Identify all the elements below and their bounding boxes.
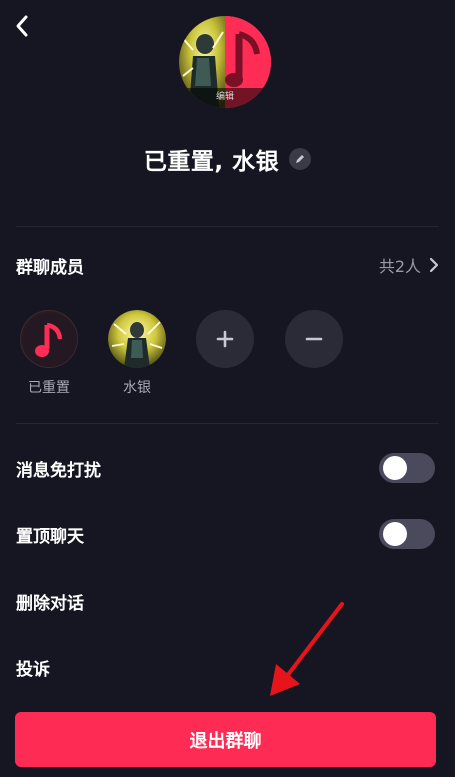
toggle-knob xyxy=(383,456,407,480)
annotation-arrow-icon xyxy=(270,602,344,696)
group-title: 已重置, 水银 xyxy=(143,149,280,175)
plus-icon xyxy=(216,330,234,348)
member-item[interactable]: 已重置 xyxy=(20,310,78,397)
members-count: 共2人 xyxy=(378,257,421,276)
report-row[interactable]: 投诉 xyxy=(16,645,439,689)
mute-notifications-toggle[interactable] xyxy=(379,453,435,483)
chevron-right-icon xyxy=(429,257,439,273)
add-member-button[interactable] xyxy=(196,310,254,368)
exit-group-button[interactable]: 退出群聊 xyxy=(15,712,436,767)
back-button[interactable] xyxy=(10,12,34,40)
anime-character-avatar xyxy=(108,310,166,368)
delete-conversation-row[interactable]: 删除对话 xyxy=(16,579,439,623)
pin-chat-label: 置顶聊天 xyxy=(16,526,84,547)
members-count-link[interactable]: 共2人 xyxy=(379,253,439,277)
music-note-avatar xyxy=(20,310,78,368)
group-title-row: 已重置, 水银 xyxy=(0,142,455,176)
divider xyxy=(16,423,439,424)
mute-notifications-row: 消息免打扰 xyxy=(16,446,439,490)
pin-chat-toggle[interactable] xyxy=(379,519,435,549)
report-label: 投诉 xyxy=(16,659,50,680)
remove-member-button[interactable] xyxy=(285,310,343,368)
group-avatar[interactable]: 编辑 xyxy=(179,16,271,108)
delete-conversation-label: 删除对话 xyxy=(16,593,84,614)
chevron-left-icon xyxy=(16,15,28,37)
avatar-edit-label: 编辑 xyxy=(179,88,271,108)
member-item[interactable]: 水银 xyxy=(108,310,166,397)
members-header[interactable]: 群聊成员 共2人 xyxy=(16,248,439,282)
edit-name-button[interactable] xyxy=(289,148,312,170)
mute-notifications-label: 消息免打扰 xyxy=(16,460,101,481)
member-name: 水银 xyxy=(123,380,151,396)
minus-icon xyxy=(305,337,323,341)
member-name: 已重置 xyxy=(28,380,70,396)
pin-chat-row: 置顶聊天 xyxy=(16,512,439,556)
members-title: 群聊成员 xyxy=(16,257,84,278)
pencil-icon xyxy=(296,155,305,163)
divider xyxy=(16,226,439,227)
toggle-knob xyxy=(383,522,407,546)
